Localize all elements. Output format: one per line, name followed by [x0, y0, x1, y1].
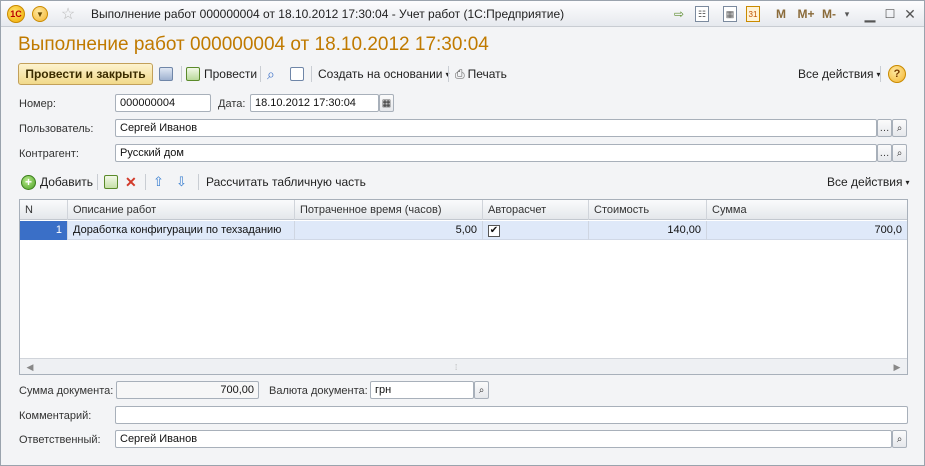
counterparty-field[interactable]: Русский дом — [115, 144, 877, 162]
toolbar-separator — [311, 66, 312, 82]
calculator-icon[interactable]: ▦ — [723, 6, 737, 22]
preview-icon[interactable]: ⌕ — [267, 65, 275, 83]
search-icon[interactable]: ⌕ — [474, 381, 489, 399]
print-icon: ⎙ — [455, 66, 465, 81]
maximize-icon[interactable]: ☐ — [883, 6, 897, 22]
structure-icon[interactable] — [290, 65, 308, 83]
post-icon — [186, 67, 200, 81]
all-actions-button[interactable]: Все действия ▾ — [798, 65, 880, 83]
column-header-sum[interactable]: Сумма — [707, 200, 907, 220]
post-and-close-button[interactable]: Провести и закрыть — [18, 63, 153, 85]
document-sum-field[interactable]: 700,00 — [116, 381, 259, 399]
help-icon[interactable]: ? — [888, 65, 906, 83]
window-title: Выполнение работ 000000004 от 18.10.2012… — [91, 7, 565, 21]
form-title: Выполнение работ 000000004 от 18.10.2012… — [18, 34, 489, 55]
chevron-down-icon: ▾ — [905, 177, 910, 187]
app-logo-icon[interactable]: 1С — [7, 5, 25, 23]
link-icon[interactable]: ☷ — [695, 6, 709, 22]
toolbar-separator — [181, 66, 182, 82]
comment-field[interactable] — [115, 406, 908, 424]
number-label: Номер: — [19, 98, 56, 110]
currency-label: Валюта документа: — [269, 385, 368, 397]
autocalc-checkbox[interactable]: ✔ — [488, 225, 500, 237]
column-header-description[interactable]: Описание работ — [68, 200, 295, 220]
date-label: Дата: — [218, 98, 246, 110]
toolbar-separator — [880, 66, 881, 82]
cell-hours[interactable]: 5,00 — [295, 221, 483, 240]
copy-icon[interactable] — [104, 173, 122, 191]
close-icon[interactable]: ✕ — [903, 6, 917, 22]
counterparty-select-button[interactable]: … — [877, 144, 892, 162]
scroll-left-icon[interactable]: ◀ — [24, 361, 36, 373]
calculate-table-button[interactable]: Рассчитать табличную часть — [206, 173, 366, 191]
cell-autocalc[interactable]: ✔ — [483, 221, 589, 240]
user-label: Пользователь: — [19, 123, 94, 135]
post-button[interactable]: Провести — [186, 65, 257, 83]
scroll-thumb[interactable]: ⁞ — [455, 363, 457, 372]
memory-minus-button[interactable]: M- — [819, 6, 839, 22]
memory-plus-button[interactable]: M+ — [796, 6, 816, 22]
search-icon[interactable]: ⌕ — [892, 144, 907, 162]
arrow-up-icon[interactable]: ⇧ — [153, 173, 164, 191]
add-row-button[interactable]: + Добавить — [21, 173, 93, 191]
add-label: Добавить — [40, 175, 94, 189]
title-bar: 1С ▼ ☆ Выполнение работ 000000004 от 18.… — [1, 1, 924, 27]
calendar-icon[interactable]: ▦ — [379, 94, 394, 112]
number-field[interactable]: 000000004 — [115, 94, 211, 112]
comment-label: Комментарий: — [19, 410, 92, 422]
column-header-n[interactable]: N — [20, 200, 68, 220]
scroll-right-icon[interactable]: ▶ — [891, 361, 903, 373]
currency-field[interactable]: грн — [370, 381, 474, 399]
arrow-down-icon[interactable]: ⇩ — [176, 173, 187, 191]
search-icon[interactable]: ⌕ — [892, 430, 907, 448]
cell-n[interactable]: 1 — [20, 221, 68, 240]
column-header-hours[interactable]: Потраченное время (часов) — [295, 200, 483, 220]
responsible-field[interactable]: Сергей Иванов — [115, 430, 892, 448]
user-select-button[interactable]: … — [877, 119, 892, 137]
main-menu-icon[interactable]: ▼ — [32, 6, 48, 22]
app-window: 1С ▼ ☆ Выполнение работ 000000004 от 18.… — [0, 0, 925, 466]
responsible-label: Ответственный: — [19, 434, 101, 446]
search-icon[interactable]: ⌕ — [892, 119, 907, 137]
column-header-cost[interactable]: Стоимость — [589, 200, 707, 220]
cell-description[interactable]: Доработка конфигурации по техзаданию — [68, 221, 295, 240]
favorite-star-icon[interactable]: ☆ — [59, 5, 77, 23]
command-bar: Провести и закрыть Провести ⌕ Создать на… — [18, 63, 908, 85]
bookmark-arrow-icon[interactable]: ⇨ — [671, 6, 687, 22]
cell-cost[interactable]: 140,00 — [589, 221, 707, 240]
table-all-actions-label: Все действия — [827, 175, 903, 189]
minimize-icon[interactable]: ▁ — [863, 6, 877, 22]
delete-icon[interactable]: ✕ — [125, 173, 137, 191]
post-label: Провести — [204, 67, 258, 81]
works-table[interactable]: N Описание работ Потраченное время (часо… — [19, 199, 908, 375]
dropdown-chevron-icon[interactable]: ▾ — [842, 6, 852, 22]
calendar-icon[interactable]: 31 — [746, 6, 760, 22]
table-command-bar: + Добавить ✕ ⇧ ⇩ Рассчитать табличную ча… — [18, 171, 909, 193]
cell-sum[interactable]: 700,0 — [707, 221, 907, 240]
date-field[interactable]: 18.10.2012 17:30:04 — [250, 94, 379, 112]
horizontal-scrollbar[interactable]: ◀ ⁞ ▶ — [20, 358, 907, 374]
toolbar-separator — [198, 174, 199, 190]
table-header: N Описание работ Потраченное время (часо… — [20, 200, 907, 220]
table-row[interactable]: 1 Доработка конфигурации по техзаданию 5… — [20, 221, 907, 240]
toolbar-separator — [260, 66, 261, 82]
toolbar-separator — [97, 174, 98, 190]
create-based-on-button[interactable]: Создать на основании ▾ — [318, 65, 450, 83]
add-icon: + — [21, 174, 36, 190]
toolbar-separator — [448, 66, 449, 82]
user-field[interactable]: Сергей Иванов — [115, 119, 877, 137]
print-button[interactable]: ⎙ Печать — [455, 65, 507, 83]
all-actions-label: Все действия — [798, 67, 874, 81]
document-sum-label: Сумма документа: — [19, 385, 114, 397]
create-based-on-label: Создать на основании — [318, 67, 443, 81]
memory-m-button[interactable]: M — [775, 6, 787, 22]
toolbar-separator — [145, 174, 146, 190]
counterparty-label: Контрагент: — [19, 148, 79, 160]
table-all-actions-button[interactable]: Все действия ▾ — [827, 173, 909, 191]
print-label: Печать — [467, 67, 507, 81]
column-header-autocalc[interactable]: Авторасчет — [483, 200, 589, 220]
save-icon[interactable] — [159, 65, 177, 83]
